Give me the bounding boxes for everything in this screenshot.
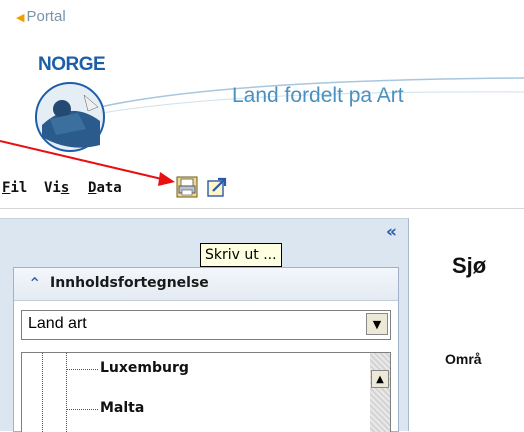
menu-bar — [0, 172, 524, 209]
scroll-up-icon[interactable]: ▲ — [371, 370, 389, 388]
export-icon[interactable] — [206, 176, 228, 198]
tree-item-malta[interactable]: Malta — [100, 400, 144, 416]
toc-header[interactable]: ⌃ Innholdsfortegnelse — [14, 268, 398, 301]
print-tooltip: Skriv ut ... — [200, 243, 282, 267]
report-title: Sjø — [452, 253, 487, 278]
double-chevron-up-icon: ⌃ — [28, 274, 42, 293]
back-arrow-icon: ◀ — [16, 12, 25, 24]
collapse-panel-icon[interactable]: « — [386, 222, 397, 242]
menu-fil[interactable]: Fil — [2, 180, 27, 196]
menu-data[interactable]: Data — [88, 180, 122, 196]
tree-scrollbar[interactable]: ▲ — [370, 353, 390, 432]
tree-guide — [66, 369, 98, 370]
land-art-select[interactable]: Land art ▼ — [21, 310, 391, 340]
page-title: Land fordelt pa Art — [232, 84, 404, 107]
dropdown-arrow-icon[interactable]: ▼ — [366, 313, 388, 335]
portal-label: Portal — [26, 8, 66, 25]
printer-icon[interactable] — [176, 176, 198, 198]
logo-text: NORGE — [38, 54, 106, 75]
portal-link[interactable]: ◀ Portal — [16, 8, 66, 25]
area-label: Områ — [445, 351, 482, 367]
tree-view: Luxemburg Malta ▲ — [21, 352, 391, 432]
toc-box: ⌃ Innholdsfortegnelse Land art ▼ Luxembu… — [13, 267, 399, 432]
tree-guide — [66, 353, 68, 432]
tree-item-luxemburg[interactable]: Luxemburg — [100, 360, 189, 376]
tree-guide — [66, 409, 98, 410]
tree-guide — [42, 353, 44, 432]
menu-vis[interactable]: Vis — [44, 180, 69, 196]
select-value: Land art — [28, 315, 87, 332]
toc-title: Innholdsfortegnelse — [50, 275, 209, 291]
